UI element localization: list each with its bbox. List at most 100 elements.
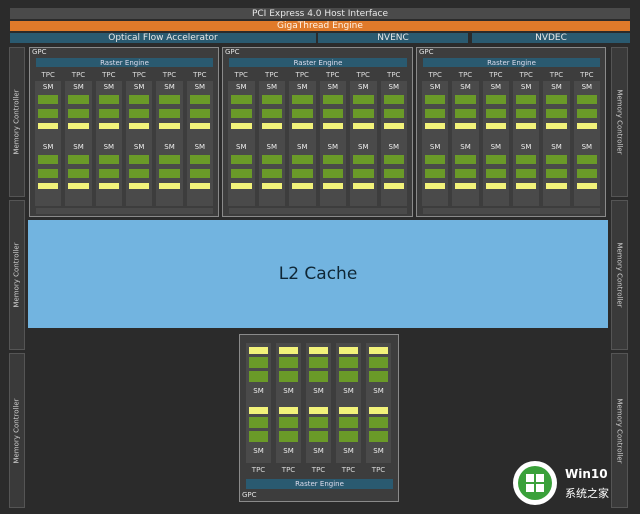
cuda-core-block (279, 417, 298, 428)
l1-cache-block (485, 123, 506, 129)
l1-cache-block (369, 407, 388, 414)
cuda-core-block (159, 155, 180, 164)
cuda-core-block (425, 95, 446, 104)
l1-cache-block (129, 123, 150, 129)
memory-controller-right-2: Memory Controller (611, 200, 628, 350)
sm-label: SM (551, 83, 562, 91)
cuda-core-block (455, 109, 476, 118)
cuda-core-block (261, 95, 282, 104)
tpc-label: TPC (281, 466, 296, 474)
memory-controller-left-3: Memory Controller (9, 353, 25, 508)
tpc-column: SM SM (276, 343, 301, 463)
tpc-label: TPC (41, 71, 55, 79)
tpc-label: TPC (162, 71, 177, 79)
l1-cache-block (189, 123, 210, 129)
sm-label: SM (581, 83, 593, 91)
watermark-sub: 系统之家 (565, 487, 609, 500)
cuda-core-block (98, 155, 119, 164)
cuda-core-block (231, 95, 252, 104)
tpc-column: SM SM (380, 81, 407, 206)
l1-cache-block (68, 123, 89, 129)
cuda-core-block (38, 155, 59, 164)
cuda-core-block (292, 155, 313, 164)
raster-engine: Raster Engine (246, 479, 393, 489)
cuda-core-block (249, 417, 268, 428)
tpc-column: SM SM (156, 81, 183, 206)
l1-cache-block (369, 347, 388, 354)
sm-label: SM (429, 143, 441, 151)
tpc-label: TPC (580, 71, 594, 79)
sm-label: SM (460, 143, 471, 151)
cuda-core-block (369, 417, 388, 428)
raster-engine: Raster Engine (36, 58, 213, 67)
cuda-core-block (576, 155, 597, 164)
tpc-label: TPC (265, 71, 279, 79)
l1-cache-block (261, 183, 282, 189)
cuda-core-block (339, 431, 358, 442)
gigathread-engine-bar: GigaThread Engine (10, 21, 630, 31)
cuda-core-block (279, 431, 298, 442)
memory-controller-right-1: Memory Controller (611, 47, 628, 197)
raster-engine: Raster Engine (229, 58, 407, 67)
sm-label: SM (358, 83, 369, 91)
cuda-core-block (292, 95, 313, 104)
l1-cache-block (455, 123, 476, 129)
tpc-column: SM SM (35, 81, 62, 206)
tpc-column: SM SM (482, 81, 509, 206)
tpc-label: TPC (458, 71, 473, 79)
sm-label: SM (42, 143, 54, 151)
tpc-column: SM SM (289, 81, 316, 206)
sm-label: SM (73, 83, 84, 91)
cuda-core-block (485, 169, 506, 178)
sm-label: SM (253, 447, 264, 455)
cuda-core-block (546, 169, 567, 178)
l1-cache-block (279, 347, 298, 354)
cuda-core-block (455, 169, 476, 178)
sm-label: SM (551, 143, 562, 151)
cuda-core-block (485, 155, 506, 164)
cuda-core-block (353, 155, 374, 164)
sm-label: SM (429, 83, 441, 91)
nvenc-bar: NVENC (318, 33, 468, 43)
l1-cache-block (261, 123, 282, 129)
sm-label: SM (460, 83, 471, 91)
tpc-label: TPC (102, 71, 116, 79)
cuda-core-block (261, 169, 282, 178)
cuda-core-block (38, 109, 59, 118)
l1-cache-block (546, 123, 567, 129)
sm-label: SM (133, 143, 145, 151)
l1-cache-block (292, 123, 313, 129)
tpc-column: SM SM (306, 343, 331, 463)
cuda-core-block (38, 95, 59, 104)
gpc-block: GPC Raster Engine TPC SM SM TPC SM SM TPC SM SM TPC… (416, 47, 606, 217)
sm-label: SM (297, 83, 308, 91)
cuda-core-block (68, 169, 89, 178)
cuda-core-block (68, 95, 89, 104)
tpc-column: SM SM (336, 343, 361, 463)
tpc-column: SM SM (452, 81, 479, 206)
memory-controller-left-1: Memory Controller (9, 47, 25, 197)
memory-controller-label: Memory Controller (615, 397, 624, 464)
sm-label: SM (73, 143, 84, 151)
sm-label: SM (283, 447, 294, 455)
tpc-label: TPC (251, 466, 266, 474)
sm-label: SM (373, 447, 384, 455)
gpc-bottom-strip (36, 208, 213, 214)
tpc-label: TPC (371, 466, 386, 474)
cuda-core-block (129, 95, 150, 104)
cuda-core-block (249, 371, 268, 382)
cuda-core-block (189, 169, 210, 178)
cuda-core-block (129, 155, 150, 164)
win10-logo-icon (513, 461, 557, 505)
cuda-core-block (292, 169, 313, 178)
nvdec-bar: NVDEC (472, 33, 630, 43)
gigathread-label: GigaThread Engine (277, 21, 363, 31)
gpc-bottom-strip (423, 208, 600, 214)
cuda-core-block (68, 155, 89, 164)
l1-cache-block (516, 183, 537, 189)
pcie-label: PCI Express 4.0 Host Interface (251, 8, 389, 19)
cuda-core-block (383, 169, 404, 178)
cuda-core-block (189, 95, 210, 104)
tpc-column: SM SM (422, 81, 449, 206)
cuda-core-block (98, 169, 119, 178)
